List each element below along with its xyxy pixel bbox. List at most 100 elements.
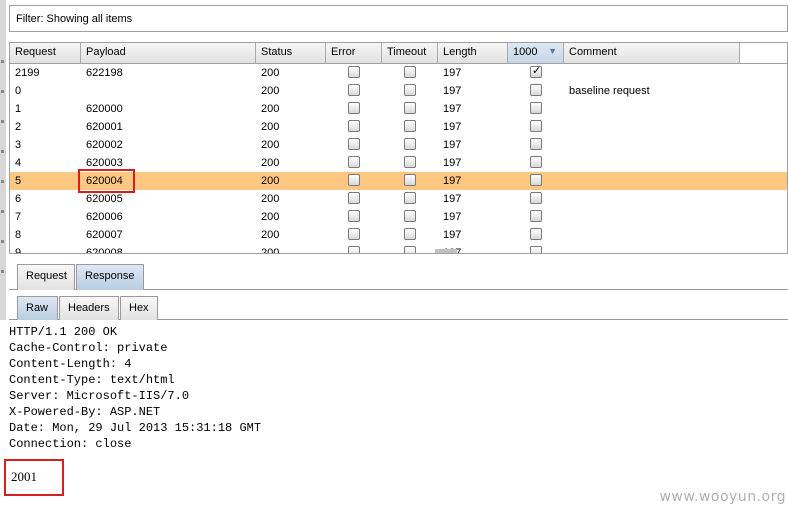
cell-request: 0 xyxy=(15,85,22,97)
checkbox-error[interactable] xyxy=(348,210,360,222)
cell-request: 8 xyxy=(15,229,22,241)
response-raw-view[interactable]: HTTP/1.1 200 OK Cache-Control: private C… xyxy=(9,324,261,452)
cell-request: 3 xyxy=(15,139,22,151)
splitter-handle[interactable] xyxy=(435,249,457,253)
cell-status: 200 xyxy=(261,229,280,241)
checkbox-timeout[interactable] xyxy=(404,246,416,253)
table-row[interactable]: 7 620006 200 197 xyxy=(10,208,787,226)
column-header-comment[interactable]: Comment xyxy=(564,43,740,63)
response-header-line: HTTP/1.1 200 OK xyxy=(9,325,118,339)
cell-comment xyxy=(564,64,740,82)
cell-length: 197 xyxy=(443,211,462,223)
cell-1000 xyxy=(508,64,564,82)
checkbox-timeout[interactable] xyxy=(404,156,416,168)
cell-comment xyxy=(564,154,740,172)
table-row[interactable]: 0 200 197 baseline request xyxy=(10,82,787,100)
checkbox-match[interactable] xyxy=(530,228,542,240)
cell-1000 xyxy=(508,172,564,190)
cell-timeout xyxy=(382,190,438,208)
cell-length: 197 xyxy=(443,85,462,97)
filter-text: Filter: Showing all items xyxy=(16,13,133,25)
checkbox-timeout[interactable] xyxy=(404,174,416,186)
cell-status: 200 xyxy=(261,157,280,169)
cell-request: 6 xyxy=(15,193,22,205)
table-row[interactable]: 2 620001 200 197 xyxy=(10,118,787,136)
cell-payload: 620006 xyxy=(86,211,123,223)
cell-comment xyxy=(564,208,740,226)
column-header-length[interactable]: Length xyxy=(438,43,508,63)
table-row[interactable]: 2199 622198 200 197 xyxy=(10,64,787,82)
checkbox-timeout[interactable] xyxy=(404,120,416,132)
checkbox-error[interactable] xyxy=(348,246,360,253)
checkbox-match[interactable] xyxy=(530,64,542,78)
cell-comment xyxy=(564,226,740,244)
checkbox-match[interactable] xyxy=(530,192,542,204)
cell-error xyxy=(326,244,382,253)
cell-1000 xyxy=(508,82,564,100)
checkbox-error[interactable] xyxy=(348,84,360,96)
checkbox-timeout[interactable] xyxy=(404,84,416,96)
response-header-line: Connection: close xyxy=(9,437,132,451)
checkbox-match[interactable] xyxy=(530,174,542,186)
checkbox-timeout[interactable] xyxy=(404,210,416,222)
cell-status: 200 xyxy=(261,85,280,97)
tab-response[interactable]: Response xyxy=(76,264,144,290)
checkbox-timeout[interactable] xyxy=(404,138,416,150)
cell-request: 2 xyxy=(15,121,22,133)
cell-payload: 622198 xyxy=(86,67,123,79)
cell-request: 1 xyxy=(15,103,22,115)
column-header-timeout[interactable]: Timeout xyxy=(382,43,438,63)
payload-highlight-box xyxy=(78,169,135,193)
tab-raw[interactable]: Raw xyxy=(17,296,58,320)
checkbox-error[interactable] xyxy=(348,174,360,186)
cell-request: 2199 xyxy=(15,67,40,79)
results-table: Request Payload Status Error Timeout Len… xyxy=(9,42,788,254)
checkbox-error[interactable] xyxy=(348,120,360,132)
cell-length: 197 xyxy=(443,67,462,79)
column-header-1000[interactable]: 1000 ▼ xyxy=(508,43,564,63)
checkbox-match[interactable] xyxy=(530,156,542,168)
cell-timeout xyxy=(382,244,438,253)
cell-length: 197 xyxy=(443,193,462,205)
checkbox-match[interactable] xyxy=(530,246,542,253)
cell-payload: 620008 xyxy=(86,247,123,254)
cell-status: 200 xyxy=(261,175,280,187)
checkbox-timeout[interactable] xyxy=(404,66,416,78)
checkbox-error[interactable] xyxy=(348,156,360,168)
table-row[interactable]: 3 620002 200 197 xyxy=(10,136,787,154)
filter-bar[interactable]: Filter: Showing all items xyxy=(9,5,788,32)
column-header-request[interactable]: Request xyxy=(10,43,81,63)
tab-headers[interactable]: Headers xyxy=(59,296,119,320)
checkbox-match[interactable] xyxy=(530,84,542,96)
checkbox-error[interactable] xyxy=(348,66,360,78)
tab-request[interactable]: Request xyxy=(17,264,75,290)
column-header-payload[interactable]: Payload xyxy=(81,43,256,63)
checkbox-timeout[interactable] xyxy=(404,192,416,204)
cell-1000 xyxy=(508,154,564,172)
checkbox-timeout[interactable] xyxy=(404,102,416,114)
cell-error xyxy=(326,64,382,82)
column-header-error[interactable]: Error xyxy=(326,43,382,63)
checkbox-match[interactable] xyxy=(530,120,542,132)
checkbox-error[interactable] xyxy=(348,228,360,240)
column-header-status[interactable]: Status xyxy=(256,43,326,63)
checkbox-timeout[interactable] xyxy=(404,228,416,240)
cell-request: 5 xyxy=(15,175,22,187)
checkbox-error[interactable] xyxy=(348,138,360,150)
checkbox-error[interactable] xyxy=(348,102,360,114)
response-header-line: Server: Microsoft-IIS/7.0 xyxy=(9,389,190,403)
checkbox-match[interactable] xyxy=(530,138,542,150)
cell-error xyxy=(326,226,382,244)
cell-status: 200 xyxy=(261,121,280,133)
tab-hex[interactable]: Hex xyxy=(120,296,158,320)
checkbox-match[interactable] xyxy=(530,210,542,222)
cell-status: 200 xyxy=(261,67,280,79)
cell-timeout xyxy=(382,136,438,154)
table-row[interactable]: 1 620000 200 197 xyxy=(10,100,787,118)
cell-request: 4 xyxy=(15,157,22,169)
checkbox-error[interactable] xyxy=(348,192,360,204)
table-row[interactable]: 9620008200197 xyxy=(10,244,787,254)
table-row[interactable]: 8 620007 200 197 xyxy=(10,226,787,244)
sort-descending-icon: ▼ xyxy=(548,46,557,56)
checkbox-match[interactable] xyxy=(530,102,542,114)
